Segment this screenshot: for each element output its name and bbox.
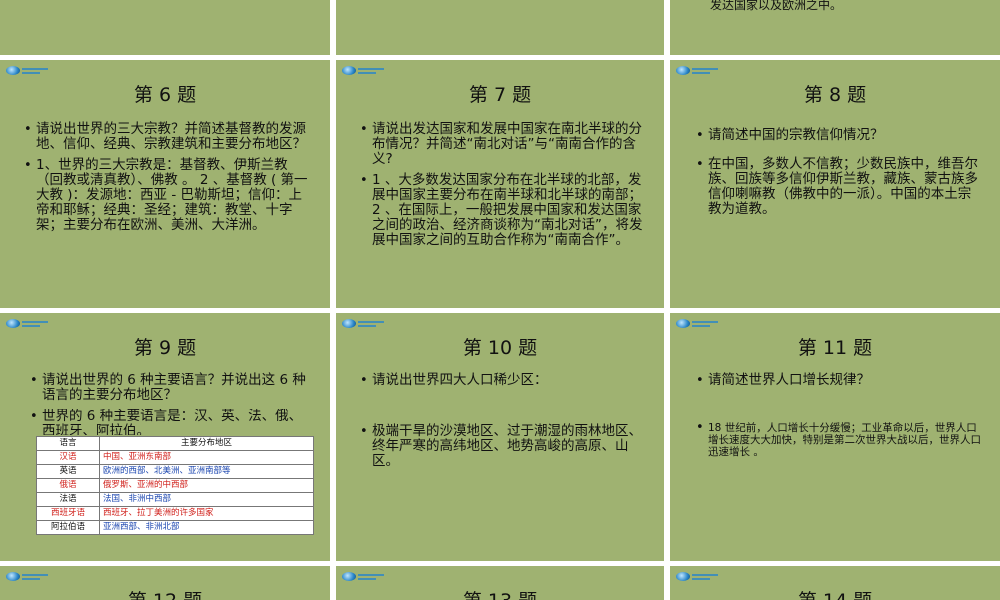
answer-text: 1、世界的三大宗教是：基督教、伊斯兰教（回教或清真教）、佛教 。 2 、基督教 … — [24, 158, 312, 233]
slide-top-middle[interactable] — [336, 0, 664, 55]
table-row: 汉语 中国、亚洲东南部 — [36, 450, 314, 465]
logo-icon — [676, 319, 718, 328]
logo-icon — [342, 572, 384, 581]
table-row: 西班牙语 西班牙、拉丁美洲的许多国家 — [36, 506, 314, 521]
slide-q8[interactable]: 第 8 题 请简述中国的宗教信仰情况？ 在中国，多数人不信教；少数民族中，维吾尔… — [670, 60, 1000, 308]
logo-icon — [6, 572, 48, 581]
logo-icon — [342, 319, 384, 328]
slide-q7[interactable]: 第 7 题 请说出发达国家和发展中国家在南北半球的分布情况？并简述“南北对话”与… — [336, 60, 664, 308]
question-text: 请说出世界四大人口稀少区： — [360, 373, 646, 389]
table-header: 语言 — [36, 436, 100, 451]
slide-title: 第 12 题 — [0, 586, 330, 600]
region-cell: 中国、亚洲东南部 — [99, 450, 314, 465]
region-cell: 欧洲的西部、北美洲、亚洲南部等 — [99, 464, 314, 479]
slide-q12[interactable]: 第 12 题 — [0, 566, 330, 600]
question-text: 请说出世界的三大宗教？并简述基督教的发源地、信仰、经典、宗教建筑和主要分布地区？ — [24, 122, 312, 152]
language-cell: 汉语 — [36, 450, 100, 465]
bullet-list: 请简述世界人口增长规律？ 18 世纪前，人口增长十分缓慢；工业革命以后，世界人口… — [696, 373, 982, 464]
region-cell: 俄罗斯、亚洲的中西部 — [99, 478, 314, 493]
language-cell: 英语 — [36, 464, 100, 479]
slide-top-right[interactable]: 发达国家以及欧洲之中。 — [670, 0, 1000, 55]
table-row: 法语 法国、非洲中西部 — [36, 492, 314, 507]
slide-title: 第 11 题 — [797, 337, 873, 359]
bullet-list: 请说出发达国家和发展中国家在南北半球的分布情况？并简述“南北对话”与“南南合作的… — [360, 122, 646, 254]
question-text: 请简述中国的宗教信仰情况？ — [696, 128, 982, 144]
slide-q11[interactable]: 第 11 题 请简述世界人口增长规律？ 18 世纪前，人口增长十分缓慢；工业革命… — [670, 313, 1000, 561]
slide-title: 第 14 题 — [670, 586, 1000, 600]
slide-title: 第 6 题 — [133, 84, 197, 106]
slide-title: 第 8 题 — [803, 84, 867, 106]
table-row: 英语 欧洲的西部、北美洲、亚洲南部等 — [36, 464, 314, 479]
logo-icon — [676, 572, 718, 581]
bullet-list: 请说出世界的 6 种主要语言？并说出这 6 种语言的主要分布地区？ 世界的 6 … — [30, 373, 312, 441]
question-text: 请简述世界人口增长规律？ — [696, 373, 982, 389]
slide-top-left[interactable] — [0, 0, 330, 55]
slide-q9[interactable]: 第 9 题 请说出世界的 6 种主要语言？并说出这 6 种语言的主要分布地区？ … — [0, 313, 330, 561]
bullet-list: 请说出世界的三大宗教？并简述基督教的发源地、信仰、经典、宗教建筑和主要分布地区？… — [24, 122, 312, 239]
bullet-list: 请说出世界四大人口稀少区： 极端干旱的沙漠地区、过于潮湿的雨林地区、终年严寒的高… — [360, 373, 646, 475]
slide-title: 第 7 题 — [468, 84, 532, 106]
language-cell: 西班牙语 — [36, 506, 100, 521]
region-cell: 法国、非洲中西部 — [99, 492, 314, 507]
answer-text: 世界的 6 种主要语言是：汉、英、法、俄、西班牙、阿拉伯。 — [30, 409, 312, 435]
answer-text: 1 、大多数发达国家分布在北半球的北部，发展中国家主要分布在南半球和北半球的南部… — [360, 173, 646, 248]
region-cell: 西班牙、拉丁美洲的许多国家 — [99, 506, 314, 521]
question-text: 请说出世界的 6 种主要语言？并说出这 6 种语言的主要分布地区？ — [30, 373, 312, 403]
question-text: 请说出发达国家和发展中国家在南北半球的分布情况？并简述“南北对话”与“南南合作的… — [360, 122, 646, 167]
slide-title: 第 13 题 — [336, 586, 664, 600]
bullet-list: 请简述中国的宗教信仰情况？ 在中国，多数人不信教；少数民族中，维吾尔族、回族等多… — [696, 128, 982, 223]
table-header-row: 语言 主要分布地区 — [36, 436, 314, 451]
answer-text: 18 世纪前，人口增长十分缓慢；工业革命以后，世界人口增长速度大大加快，特别是第… — [696, 422, 982, 458]
slide-title: 第 9 题 — [133, 337, 197, 359]
answer-text: 在中国，多数人不信教；少数民族中，维吾尔族、回族等多信仰伊斯兰教，藏族、蒙古族多… — [696, 157, 982, 217]
logo-icon — [6, 66, 48, 75]
slide-q10[interactable]: 第 10 题 请说出世界四大人口稀少区： 极端干旱的沙漠地区、过于潮湿的雨林地区… — [336, 313, 664, 561]
top-fragment-text: 发达国家以及欧洲之中。 — [710, 0, 843, 12]
table-header: 主要分布地区 — [99, 436, 314, 451]
table-row: 阿拉伯语 亚洲西部、非洲北部 — [36, 520, 314, 535]
answer-text: 极端干旱的沙漠地区、过于潮湿的雨林地区、终年严寒的高纬地区、地势高峻的高原、山区… — [360, 424, 646, 469]
language-table: 语言 主要分布地区 汉语 中国、亚洲东南部 英语 欧洲的西部、北美洲、亚洲南部等 俄语俄… — [36, 436, 314, 535]
logo-icon — [342, 66, 384, 75]
slide-q14[interactable]: 第 14 题 — [670, 566, 1000, 600]
slide-q13[interactable]: 第 13 题 — [336, 566, 664, 600]
slide-title: 第 10 题 — [462, 337, 538, 359]
language-cell: 俄语 — [36, 478, 100, 493]
slide-q6[interactable]: 第 6 题 请说出世界的三大宗教？并简述基督教的发源地、信仰、经典、宗教建筑和主… — [0, 60, 330, 308]
table-row: 俄语 俄罗斯、亚洲的中西部 — [36, 478, 314, 493]
region-cell: 亚洲西部、非洲北部 — [99, 520, 314, 535]
logo-icon — [6, 319, 48, 328]
language-cell: 法语 — [36, 492, 100, 507]
logo-icon — [676, 66, 718, 75]
language-cell: 阿拉伯语 — [36, 520, 100, 535]
